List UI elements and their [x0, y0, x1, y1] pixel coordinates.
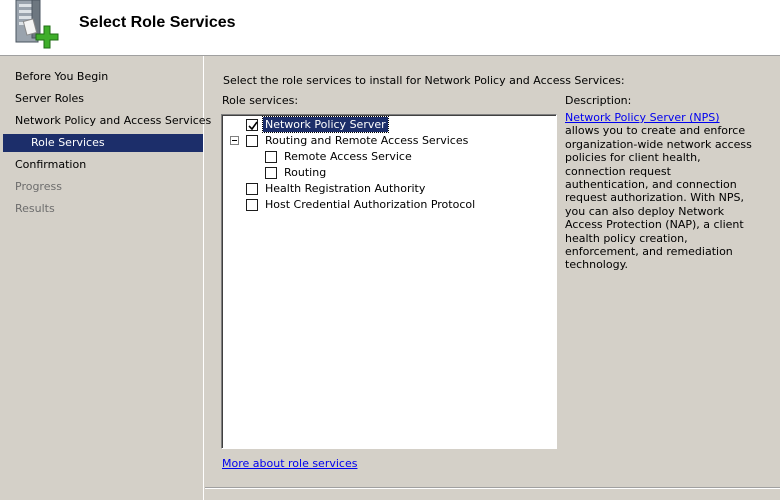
- tree-row-network-policy-server[interactable]: Network Policy Server: [222, 116, 552, 133]
- tree-label[interactable]: Remote Access Service: [282, 149, 414, 164]
- tree-label[interactable]: Health Registration Authority: [263, 181, 427, 196]
- checkbox-health-registration[interactable]: [246, 183, 258, 195]
- nav-item-server-roles[interactable]: Server Roles: [3, 90, 203, 108]
- more-about-role-services-link[interactable]: More about role services: [222, 457, 357, 470]
- tree-label[interactable]: Network Policy Server: [262, 116, 389, 133]
- tree-row-remote-access-service[interactable]: Remote Access Service: [222, 149, 552, 165]
- nav-item-network-policy[interactable]: Network Policy and Access Services: [3, 112, 211, 130]
- checkbox-remote-access-service[interactable]: [265, 151, 277, 163]
- tree-row-routing[interactable]: Routing: [222, 165, 552, 181]
- server-add-icon: [6, 0, 62, 50]
- nav-item-role-services[interactable]: Role Services: [3, 134, 203, 152]
- nav-item-before-you-begin[interactable]: Before You Begin: [3, 68, 203, 86]
- tree-row-routing-remote-access[interactable]: Routing and Remote Access Services: [222, 133, 552, 149]
- checkbox-host-credential[interactable]: [246, 199, 258, 211]
- tree-row-health-registration[interactable]: Health Registration Authority: [222, 181, 552, 197]
- nav-item-results: Results: [15, 202, 55, 215]
- nav-item-confirmation[interactable]: Confirmation: [3, 156, 203, 174]
- checkbox-network-policy-server[interactable]: [246, 119, 258, 131]
- checkbox-routing[interactable]: [265, 167, 277, 179]
- tree-row-host-credential[interactable]: Host Credential Authorization Protocol: [222, 197, 552, 213]
- divider: [205, 487, 780, 489]
- tree-label[interactable]: Host Credential Authorization Protocol: [263, 197, 477, 212]
- description-label: Description:: [565, 94, 632, 107]
- role-services-tree[interactable]: Network Policy Server Routing and Remote…: [221, 114, 557, 449]
- description-text: Network Policy Server (NPS) allows you t…: [565, 111, 753, 272]
- role-services-label: Role services:: [222, 94, 299, 107]
- page-title: Select Role Services: [79, 14, 236, 31]
- wizard-content: Select the role services to install for …: [205, 56, 780, 500]
- collapse-icon[interactable]: [230, 136, 239, 145]
- checkmark-icon: [248, 121, 258, 131]
- nps-link[interactable]: Network Policy Server (NPS): [565, 111, 720, 124]
- wizard-nav: Before You Begin Server Roles Network Po…: [3, 56, 211, 500]
- nav-item-progress: Progress: [15, 180, 62, 193]
- description-body: allows you to create and enforce organiz…: [565, 124, 752, 272]
- instruction-text: Select the role services to install for …: [223, 74, 625, 87]
- tree-label[interactable]: Routing and Remote Access Services: [263, 133, 470, 148]
- checkbox-routing-remote-access[interactable]: [246, 135, 258, 147]
- wizard-header: Select Role Services: [0, 0, 780, 56]
- tree-label[interactable]: Routing: [282, 165, 328, 180]
